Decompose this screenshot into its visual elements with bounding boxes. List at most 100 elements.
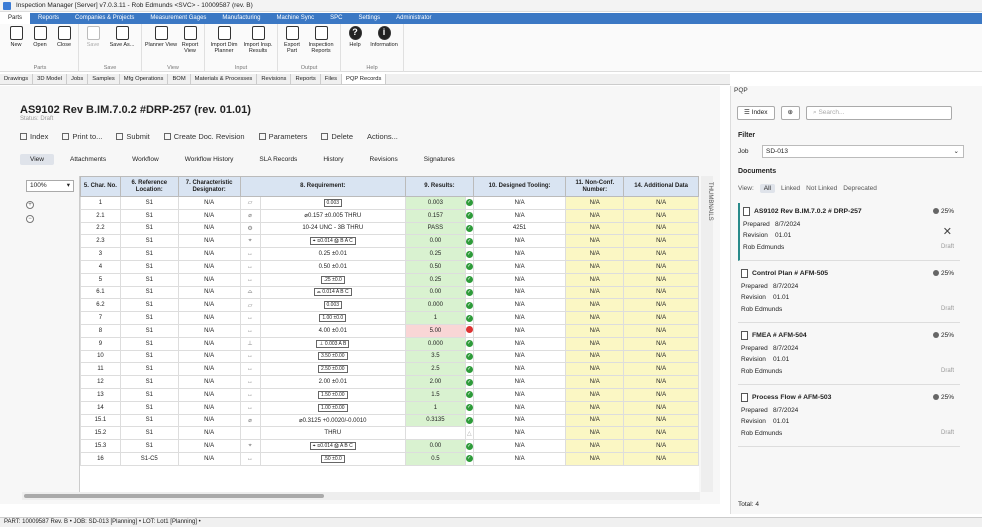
column-header[interactable]: 9. Results:	[405, 176, 474, 197]
filter-option[interactable]: Not Linked	[806, 185, 837, 192]
table-row[interactable]: 7 S1 N/A ↔ 1.00 ±0.0 1 ✓ N/A N/A N/A	[80, 311, 699, 325]
designator-cell[interactable]: N/A	[177, 285, 241, 300]
view-tab[interactable]: Revisions	[360, 154, 408, 165]
result-cell[interactable]: 0.157	[405, 208, 466, 223]
pqp-add-button[interactable]: ⊕	[780, 106, 800, 120]
zoom-in-icon[interactable]: +	[26, 201, 34, 209]
sub-tab[interactable]: Revisions	[257, 74, 292, 84]
result-cell[interactable]: 0.00	[405, 234, 466, 249]
designator-cell[interactable]: N/A	[177, 196, 241, 210]
result-cell[interactable]: 2.00	[405, 375, 466, 389]
reference-location-cell[interactable]: S1	[119, 234, 179, 249]
column-header[interactable]: 14. Additional Data	[623, 176, 699, 197]
column-header[interactable]: 11. Non-Conf. Number:	[565, 176, 625, 197]
sub-tab[interactable]: 3D Model	[33, 74, 67, 84]
non-conf-number-cell[interactable]: N/A	[565, 311, 625, 325]
filter-option[interactable]: All	[759, 184, 776, 193]
menu-tab[interactable]: SPC	[322, 13, 350, 24]
designed-tooling-cell[interactable]: N/A	[472, 362, 567, 377]
table-row[interactable]: 4 S1 N/A ↔ 0.50 ±0.01 0.50 ✓ N/A N/A N/A	[80, 259, 699, 274]
thumbnails-panel-tab[interactable]: THUMBNAILS	[701, 176, 713, 492]
result-cell[interactable]: 0.3135	[405, 413, 466, 428]
designed-tooling-cell[interactable]: N/A	[472, 400, 567, 415]
table-row[interactable]: 15.3 S1 N/A ⌖ ⌖ ⌀0.014 Ⓜ A B C 0.00 ✓ N/A N/A N/A	[80, 439, 699, 453]
menu-tab[interactable]: Parts	[0, 13, 31, 24]
additional-data-cell[interactable]: N/A	[623, 221, 699, 236]
view-tab[interactable]: Workflow History	[175, 154, 244, 165]
view-tab[interactable]: Workflow	[122, 154, 169, 165]
toolbar-submit[interactable]: Submit	[116, 132, 150, 141]
designator-cell[interactable]: N/A	[177, 311, 241, 325]
view-tab[interactable]: Signatures	[414, 154, 465, 165]
designed-tooling-cell[interactable]: N/A	[472, 196, 567, 210]
additional-data-cell[interactable]: N/A	[623, 426, 699, 441]
designator-cell[interactable]: N/A	[177, 426, 241, 441]
non-conf-number-cell[interactable]: N/A	[565, 272, 625, 287]
filter-option[interactable]: Deprecated	[843, 185, 877, 192]
column-header[interactable]: 10. Designed Tooling:	[472, 176, 567, 197]
non-conf-number-cell[interactable]: N/A	[565, 451, 625, 466]
designator-cell[interactable]: N/A	[177, 362, 241, 377]
reference-location-cell[interactable]: S1-C5	[119, 451, 179, 466]
column-header[interactable]: 5. Char. No.	[80, 176, 121, 197]
pqp-search-input[interactable]: ⌕ Search...	[806, 106, 952, 120]
designator-cell[interactable]: N/A	[177, 375, 241, 389]
non-conf-number-cell[interactable]: N/A	[565, 221, 625, 236]
additional-data-cell[interactable]: N/A	[623, 272, 699, 287]
sub-tab[interactable]: Drawings	[0, 74, 34, 84]
unlink-close-icon[interactable]: ✕	[943, 225, 952, 238]
designed-tooling-cell[interactable]: N/A	[472, 336, 567, 351]
additional-data-cell[interactable]: N/A	[623, 439, 699, 453]
non-conf-number-cell[interactable]: N/A	[565, 323, 625, 338]
table-row[interactable]: 6.2 S1 N/A ▱ 0.003 0.000 ✓ N/A N/A N/A	[80, 298, 699, 313]
reference-location-cell[interactable]: S1	[119, 272, 179, 287]
column-header[interactable]: 8. Requirement:	[239, 176, 407, 197]
table-row[interactable]: 15.2 S1 N/A THRU △ N/A N/A N/A	[80, 426, 699, 441]
table-row[interactable]: 6.1 S1 N/A ⌓ ⌓ 0.014 A B C 0.00 ✓ N/A N/A N/A	[80, 285, 699, 300]
reference-location-cell[interactable]: S1	[119, 375, 179, 389]
table-row[interactable]: 2.3 S1 N/A ⌖ ⌖ ⌀0.014 Ⓜ B A C 0.00 ✓ N/A N/A N/A	[80, 234, 699, 249]
result-cell[interactable]	[405, 426, 466, 441]
result-cell[interactable]: PASS	[405, 221, 466, 236]
sub-tab[interactable]: BOM	[168, 74, 191, 84]
designator-cell[interactable]: N/A	[177, 349, 241, 364]
designed-tooling-cell[interactable]: N/A	[472, 234, 567, 249]
result-cell[interactable]: 0.00	[405, 439, 466, 453]
toolbar-parameters[interactable]: Parameters	[258, 132, 307, 141]
table-row[interactable]: 13 S1 N/A ↔ 1.50 ±0.00 1.5 ✓ N/A N/A N/A	[80, 387, 699, 402]
designator-cell[interactable]: N/A	[177, 221, 241, 236]
non-conf-number-cell[interactable]: N/A	[565, 259, 625, 274]
view-tab[interactable]: History	[313, 154, 353, 165]
additional-data-cell[interactable]: N/A	[623, 259, 699, 274]
result-cell[interactable]: 0.25	[405, 272, 466, 287]
designator-cell[interactable]: N/A	[177, 323, 241, 338]
reference-location-cell[interactable]: S1	[119, 196, 179, 210]
job-select[interactable]: SD-013 ⌄	[762, 145, 964, 158]
non-conf-number-cell[interactable]: N/A	[565, 349, 625, 364]
pqp-document-card[interactable]: AS9102 Rev B.IM.7.0.2 # DRP-257 25% Prepar…	[738, 203, 960, 261]
non-conf-number-cell[interactable]: N/A	[565, 387, 625, 402]
non-conf-number-cell[interactable]: N/A	[565, 298, 625, 313]
toolbar-print-to[interactable]: Print to...	[62, 132, 102, 141]
additional-data-cell[interactable]: N/A	[623, 387, 699, 402]
non-conf-number-cell[interactable]: N/A	[565, 234, 625, 249]
pqp-document-card[interactable]: Control Plan # AFM-505 25% Prepared 8/7/202…	[738, 265, 960, 323]
designed-tooling-cell[interactable]: N/A	[472, 375, 567, 389]
horizontal-scrollbar[interactable]	[22, 492, 700, 500]
designed-tooling-cell[interactable]: N/A	[472, 259, 567, 274]
reference-location-cell[interactable]: S1	[119, 426, 179, 441]
result-cell[interactable]: 0.003	[405, 196, 466, 210]
result-cell[interactable]: 0.00	[405, 285, 466, 300]
non-conf-number-cell[interactable]: N/A	[565, 426, 625, 441]
designed-tooling-cell[interactable]: N/A	[472, 298, 567, 313]
designator-cell[interactable]: N/A	[177, 259, 241, 274]
table-row[interactable]: 3 S1 N/A ↔ 0.25 ±0.01 0.25 ✓ N/A N/A N/A	[80, 247, 699, 261]
additional-data-cell[interactable]: N/A	[623, 451, 699, 466]
pqp-document-card[interactable]: FMEA # AFM-504 25% Prepared 8/7/2024 Revisio…	[738, 327, 960, 385]
zoom-select[interactable]: 100% ▾	[26, 180, 74, 192]
designed-tooling-cell[interactable]: N/A	[472, 285, 567, 300]
column-header[interactable]: 6. Reference Location:	[119, 176, 179, 197]
menu-tab[interactable]: Measurement Gages	[142, 13, 214, 24]
reference-location-cell[interactable]: S1	[119, 349, 179, 364]
designed-tooling-cell[interactable]: N/A	[472, 349, 567, 364]
